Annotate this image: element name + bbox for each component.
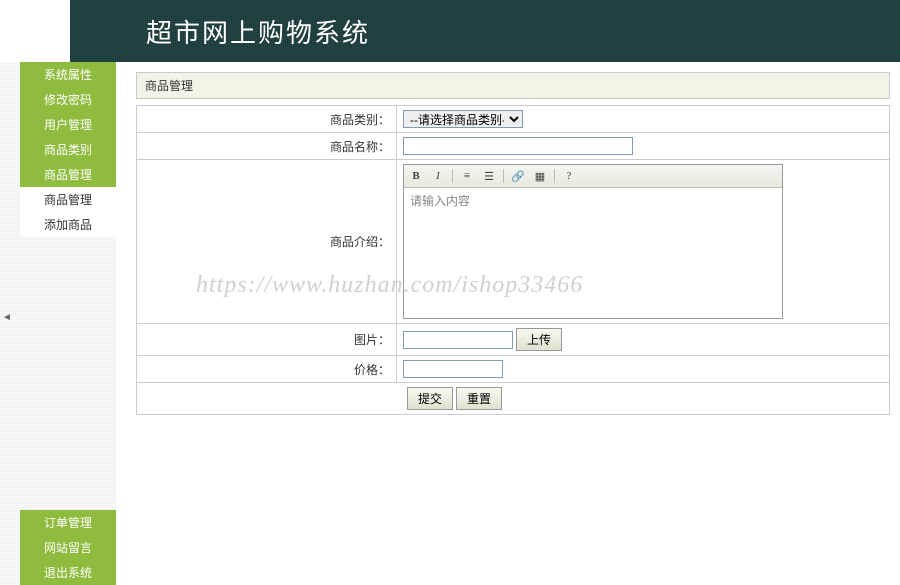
italic-icon[interactable]: I [430,168,446,184]
image-input[interactable] [403,331,513,349]
sidebar-item-logout[interactable]: 退出系统 [20,560,116,585]
sidebar-collapse-icon[interactable]: ◄ [2,312,12,323]
product-form: 商品类别： --请选择商品类别-- 商品名称： 商品介绍： B I [136,105,890,415]
name-input[interactable] [403,137,633,155]
ordered-list-icon[interactable]: ≡ [459,168,475,184]
sidebar-item-order-mgmt[interactable]: 订单管理 [20,510,116,535]
category-label: 商品类别： [137,106,397,133]
sidebar-item-product-category[interactable]: 商品类别 [20,137,116,162]
unordered-list-icon[interactable]: ☰ [481,168,497,184]
desc-label: 商品介绍： [137,160,397,324]
image-label: 图片： [137,324,397,356]
app-title: 超市网上购物系统 [146,13,370,50]
sidebar-item-user-mgmt[interactable]: 用户管理 [20,112,116,137]
price-input[interactable] [403,360,503,378]
link-icon[interactable]: 🔗 [510,168,526,184]
sidebar-item-change-password[interactable]: 修改密码 [20,87,116,112]
submit-button[interactable]: 提交 [407,387,453,410]
sidebar-item-product-mgmt-header[interactable]: 商品管理 [20,162,116,187]
help-icon[interactable]: ? [561,168,577,184]
app-header: 超市网上购物系统 [70,0,900,62]
price-label: 价格： [137,356,397,383]
editor-toolbar: B I ≡ ☰ 🔗 ▦ ? [404,165,782,188]
reset-button[interactable]: 重置 [456,387,502,410]
name-label: 商品名称： [137,133,397,160]
sidebar-item-site-messages[interactable]: 网站留言 [20,535,116,560]
sidebar-item-add-product[interactable]: 添加商品 [20,212,116,237]
sidebar: 系统属性修改密码用户管理商品类别商品管理商品管理添加商品 ◄ 订单管理网站留言退… [0,62,116,585]
toolbar-separator [452,169,453,183]
toolbar-separator [503,169,504,183]
sidebar-item-product-mgmt[interactable]: 商品管理 [20,187,116,212]
main-content: 商品管理 商品类别： --请选择商品类别-- 商品名称： 商品介绍： [116,62,900,585]
bold-icon[interactable]: B [408,168,424,184]
image-icon[interactable]: ▦ [532,168,548,184]
toolbar-separator [554,169,555,183]
upload-button[interactable]: 上传 [516,328,562,351]
sidebar-item-system-props[interactable]: 系统属性 [20,62,116,87]
panel-title: 商品管理 [136,72,890,99]
rich-editor: B I ≡ ☰ 🔗 ▦ ? 请输入内容 [403,164,783,319]
editor-body[interactable]: 请输入内容 [404,188,782,318]
category-select[interactable]: --请选择商品类别-- [403,110,523,128]
